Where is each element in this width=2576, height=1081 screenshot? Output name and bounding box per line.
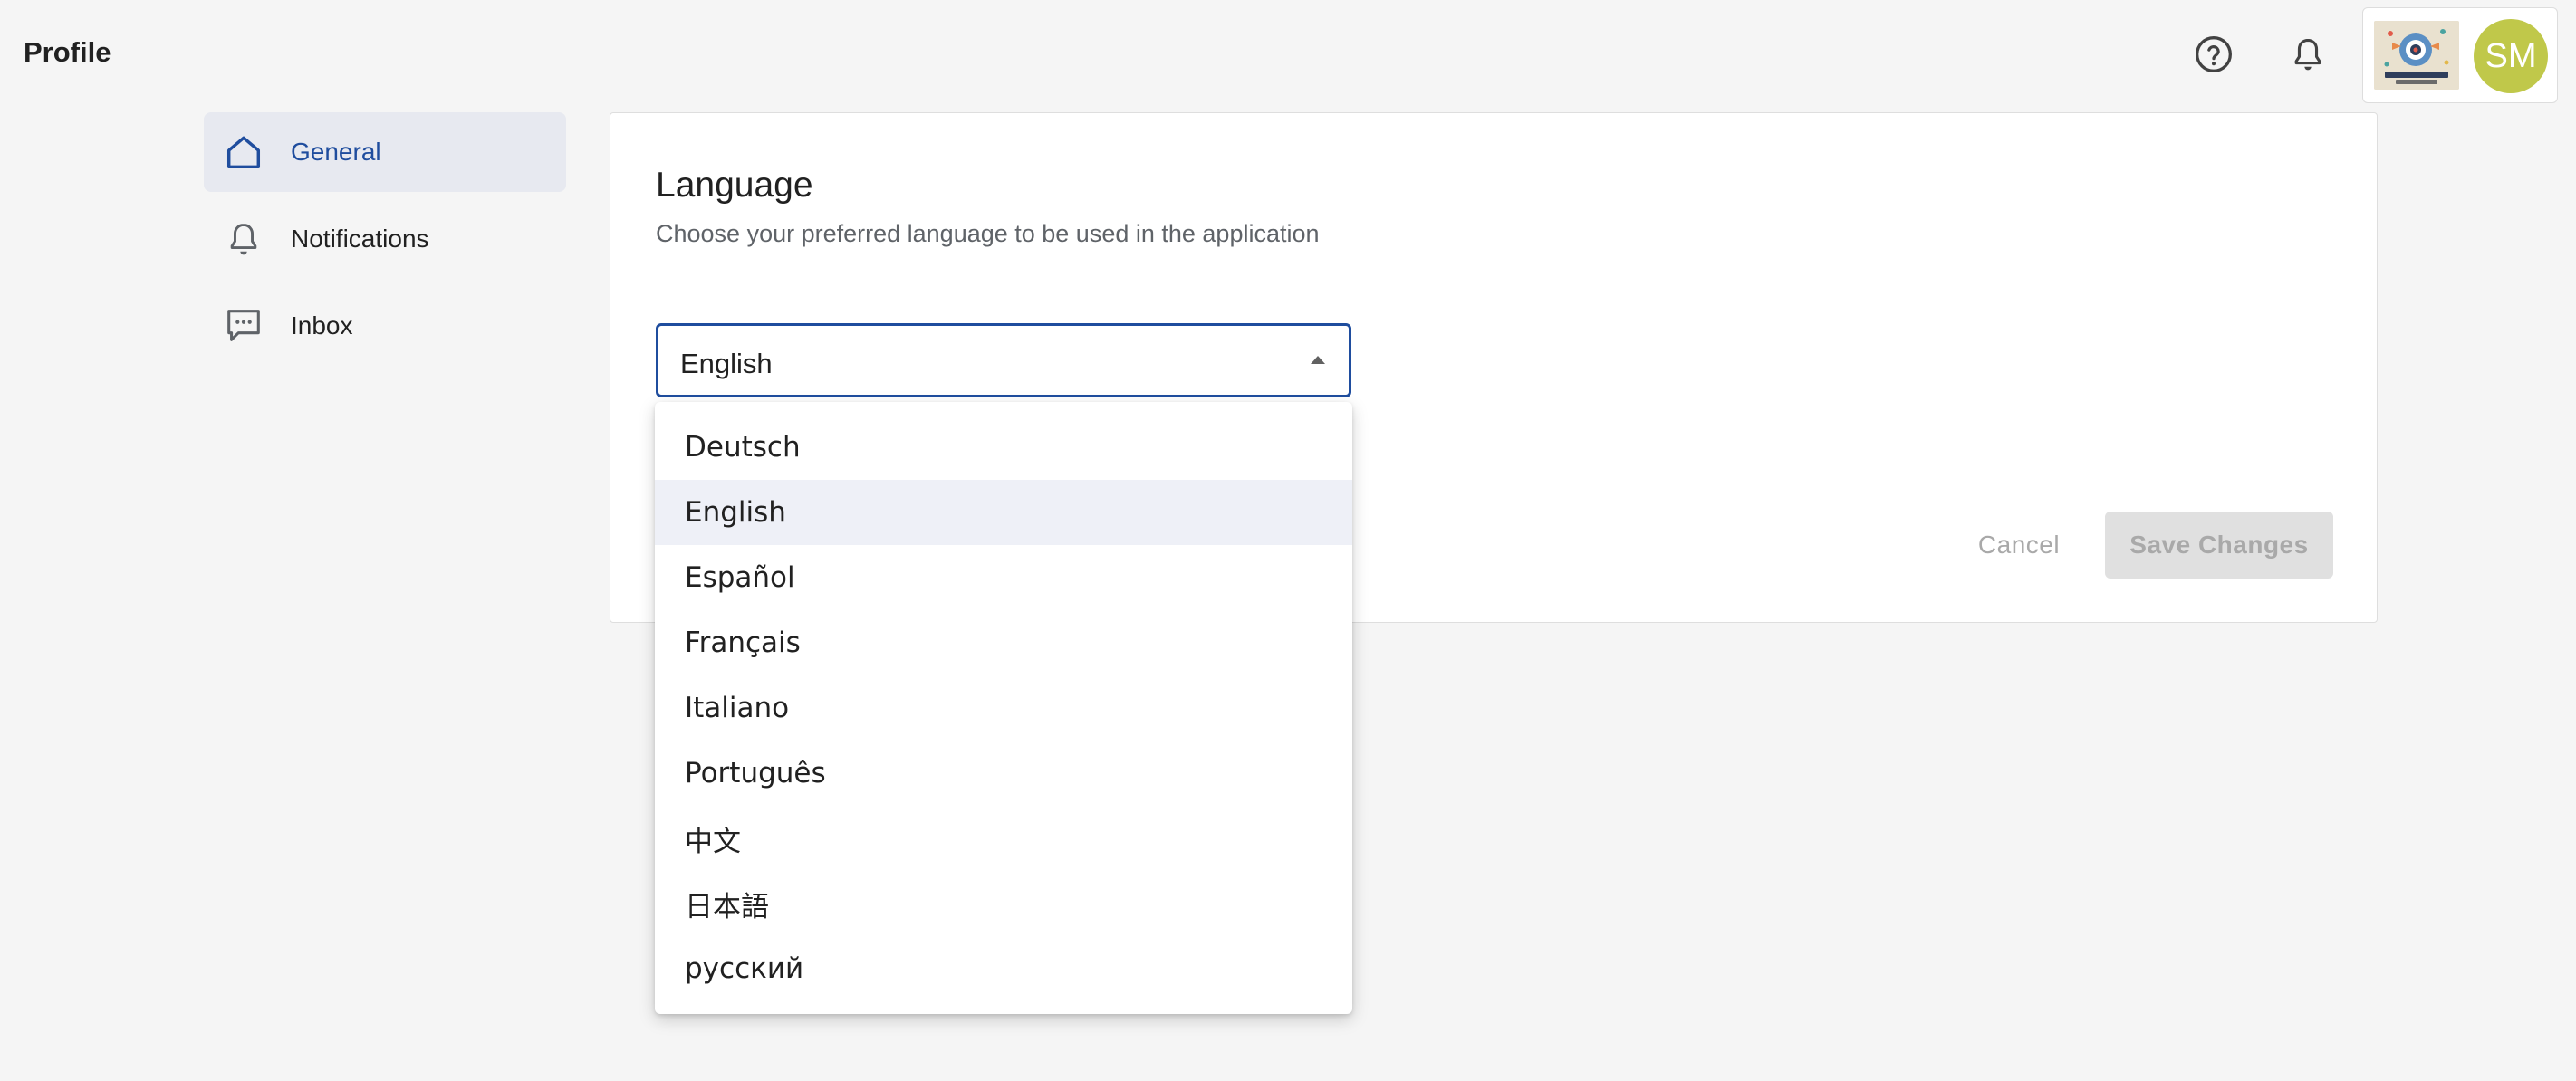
language-option-japanese[interactable]: 日本語 <box>655 871 1352 936</box>
user-avatar[interactable]: SM <box>2474 19 2548 93</box>
language-option-english[interactable]: English <box>655 480 1352 545</box>
cancel-button[interactable]: Cancel <box>1960 512 2078 579</box>
card-title: Language <box>656 166 813 205</box>
language-option-espanol[interactable]: Español <box>655 545 1352 610</box>
sidebar-item-inbox[interactable]: Inbox <box>204 286 566 366</box>
language-option-russian[interactable]: русский <box>655 936 1352 1001</box>
brand-logo <box>2374 21 2459 90</box>
language-select-value: English <box>680 348 773 379</box>
language-select[interactable]: English <box>656 323 1351 397</box>
language-option-francais[interactable]: Français <box>655 610 1352 675</box>
sidebar-item-label: General <box>291 138 381 166</box>
sidebar-nav: General Notifications Inbox <box>204 112 566 373</box>
save-changes-button[interactable]: Save Changes <box>2105 512 2333 579</box>
chat-icon <box>222 304 265 348</box>
top-bar: Profile SM <box>0 0 2576 109</box>
bell-icon <box>222 217 265 261</box>
language-option-italiano[interactable]: Italiano <box>655 675 1352 741</box>
sidebar-item-label: Inbox <box>291 311 353 340</box>
language-option-chinese[interactable]: 中文 <box>655 806 1352 871</box>
home-icon <box>222 130 265 174</box>
language-option-portugues[interactable]: Português <box>655 741 1352 806</box>
card-subtitle: Choose your preferred language to be use… <box>656 220 1320 247</box>
sidebar-item-general[interactable]: General <box>204 112 566 192</box>
sidebar-item-label: Notifications <box>291 225 429 253</box>
page-title: Profile <box>24 36 111 68</box>
sidebar-item-notifications[interactable]: Notifications <box>204 199 566 279</box>
account-menu[interactable]: SM <box>2362 7 2558 103</box>
caret-up-icon <box>1309 353 1327 366</box>
language-option-deutsch[interactable]: Deutsch <box>655 415 1352 480</box>
notifications-bell-icon[interactable] <box>2288 34 2328 74</box>
help-icon[interactable] <box>2194 34 2234 74</box>
language-dropdown-menu: Deutsch English Español Français Italian… <box>655 402 1352 1014</box>
